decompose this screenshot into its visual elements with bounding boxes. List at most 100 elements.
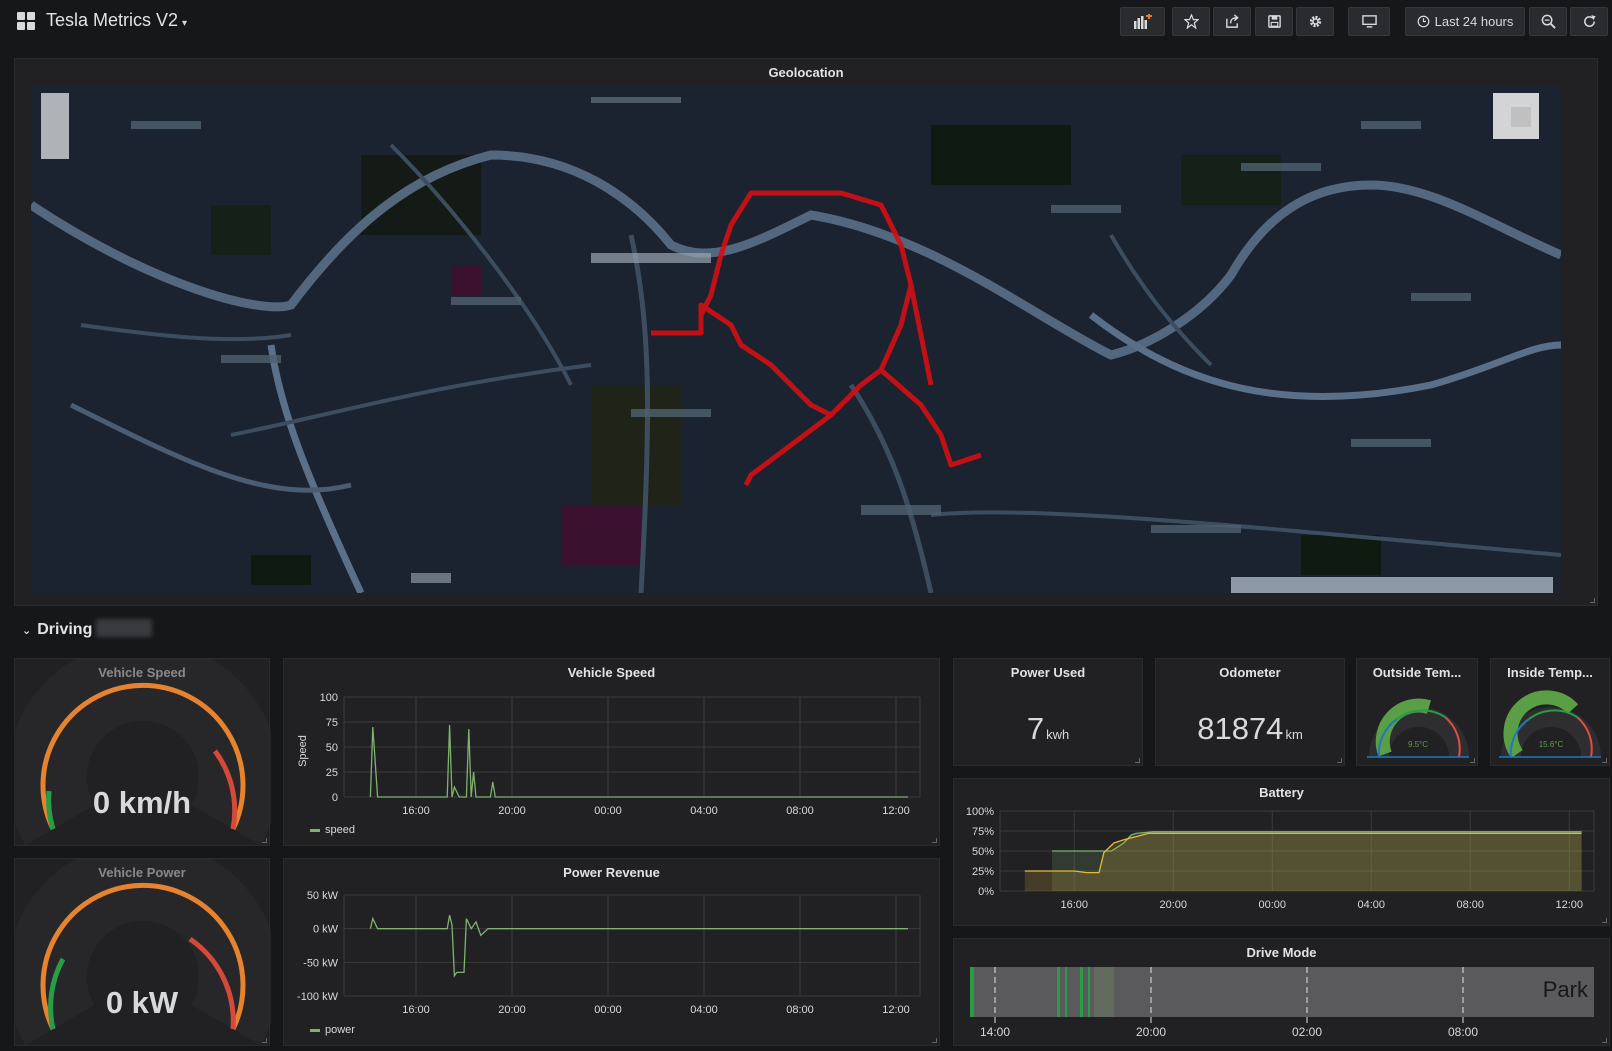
x-tick-label: 20:00 (498, 1004, 526, 1016)
battery-panel: Battery 0% 25% 50% 75% 100% 16:00 20:00 00:00 04… (953, 778, 1610, 926)
tick-label: 14:00 (980, 1025, 1010, 1039)
drive-mode-current: Park (1543, 977, 1589, 1002)
outside-temp-gauge: 9.5°C (1367, 698, 1469, 758)
drive-mode-chart[interactable]: Park 14:00 20:00 02:00 08:00 (954, 939, 1611, 1047)
y-tick-label: -100 kW (297, 991, 339, 1003)
y-axis-label: Speed (297, 735, 309, 767)
legend-item[interactable]: power (310, 1024, 355, 1036)
chevron-down-icon: ⌄ (22, 625, 32, 637)
resize-handle[interactable] (1590, 598, 1595, 603)
x-tick-label: 20:00 (498, 805, 526, 817)
y-tick-label: 75 (326, 717, 338, 729)
series-line (369, 724, 908, 798)
odometer-panel: Odometer 81874 km (1155, 658, 1345, 766)
row-title: Driving (37, 621, 93, 638)
y-tick-label: 0 kW (313, 924, 339, 936)
drive-mode-bar-park (970, 967, 1594, 1017)
resize-handle[interactable] (1470, 758, 1475, 763)
x-tick-label: 12:00 (882, 805, 910, 817)
monitor-icon (1361, 15, 1377, 28)
y-tick-label: 50% (972, 846, 994, 858)
resize-handle[interactable] (1135, 758, 1140, 763)
drive-mode-segment (1057, 967, 1060, 1017)
resize-handle[interactable] (1602, 1038, 1607, 1043)
tick-label: 02:00 (1292, 1025, 1322, 1039)
power-gauge-panel: Vehicle Power 0 kW (14, 858, 271, 1046)
row-blurred-label (96, 619, 153, 637)
x-tick-label: 00:00 (1258, 899, 1286, 911)
resize-handle[interactable] (1337, 758, 1342, 763)
drive-mode-segment (970, 967, 974, 1017)
y-tick-label: 100 (320, 692, 338, 704)
drive-mode-segment (1065, 967, 1067, 1017)
add-panel-button[interactable] (1120, 7, 1165, 36)
settings-button[interactable] (1296, 7, 1334, 36)
power-gauge-value: 0 kW (105, 985, 179, 1020)
resize-handle[interactable] (932, 1038, 937, 1043)
inside-temp-gauge: 15.6°C (1499, 690, 1601, 759)
odometer-stat: 81874 km (1156, 711, 1344, 747)
drive-mode-segment (1088, 967, 1090, 1017)
x-tick-label: 00:00 (594, 1004, 622, 1016)
share-button[interactable] (1213, 7, 1251, 36)
y-tick-label: 100% (966, 806, 994, 818)
x-tick-label: 04:00 (1357, 899, 1385, 911)
resize-handle[interactable] (262, 838, 267, 843)
power-used-stat: 7 kwh (954, 711, 1142, 747)
panel-title: Power Used (1010, 665, 1086, 680)
drive-mode-panel: Drive Mode Park 14:00 20:00 02:00 08:00 (953, 938, 1610, 1046)
x-tick-label: 16:00 (1060, 899, 1088, 911)
gear-icon (1309, 15, 1321, 28)
y-tick-label: 0% (978, 886, 994, 898)
dashboard-title[interactable]: Tesla Metrics V2 ▾ (46, 10, 187, 31)
zoom-out-icon (1541, 14, 1556, 29)
share-icon (1225, 14, 1239, 28)
stat-unit: kwh (1046, 727, 1070, 742)
drive-mode-segment (1094, 967, 1114, 1017)
resize-handle[interactable] (932, 838, 937, 843)
legend-label: speed (325, 824, 355, 836)
speed-gauge-panel: Vehicle Speed 0 km/h (14, 658, 271, 846)
y-tick-label: -50 kW (303, 957, 338, 969)
top-navbar: Tesla Metrics V2 ▾ Last 24 hours (0, 0, 1612, 44)
chevron-down-icon: ▾ (182, 18, 188, 29)
inside-temp-panel: Inside Temp... 15.6°C (1490, 658, 1610, 766)
refresh-button[interactable] (1570, 7, 1608, 36)
star-icon (1183, 14, 1199, 29)
inside-temp-value: 15.6°C (1539, 740, 1564, 749)
legend-swatch (310, 828, 320, 832)
resize-handle[interactable] (262, 1038, 267, 1043)
star-button[interactable] (1172, 7, 1210, 36)
panel-title: Odometer (1219, 665, 1281, 680)
resize-handle[interactable] (1602, 918, 1607, 923)
resize-handle[interactable] (1602, 758, 1607, 763)
outside-temp-value: 9.5°C (1408, 740, 1428, 749)
drive-mode-segment (1080, 967, 1083, 1017)
legend-label: power (325, 1024, 355, 1036)
x-tick-label: 00:00 (594, 805, 622, 817)
battery-chart[interactable]: 0% 25% 50% 75% 100% 16:00 20:00 00:00 04:00 08:00… (954, 779, 1611, 927)
x-tick-label: 08:00 (786, 1004, 814, 1016)
speed-chart[interactable]: 0 25 50 75 100 16:00 20:00 00:00 04:00 08:00 12:00… (284, 659, 941, 847)
legend-swatch (310, 1028, 320, 1032)
y-tick-label: 0 (332, 792, 338, 804)
zoom-out-button[interactable] (1529, 7, 1567, 36)
tick-label: 08:00 (1448, 1025, 1478, 1039)
stat-unit: km (1285, 727, 1303, 742)
y-tick-label: 25% (972, 866, 994, 878)
save-button[interactable] (1255, 7, 1293, 36)
speed-gauge-value: 0 km/h (92, 785, 192, 820)
row-header-driving[interactable]: ⌄ Driving (22, 619, 153, 639)
dashboard-grid-icon[interactable] (17, 12, 36, 31)
tv-mode-button[interactable] (1348, 7, 1390, 36)
outside-temp-panel: Outside Tem... 9.5°C (1356, 658, 1478, 766)
map-canvas[interactable] (31, 85, 1561, 593)
time-picker-button[interactable]: Last 24 hours (1405, 7, 1525, 36)
legend-item[interactable]: speed (310, 824, 355, 836)
y-tick-label: 50 kW (307, 890, 339, 902)
x-tick-label: 20:00 (1159, 899, 1187, 911)
power-graph-panel: Power Revenue 50 kW 0 kW -50 kW -100 kW 16:0… (283, 858, 940, 1046)
x-tick-label: 08:00 (786, 805, 814, 817)
refresh-icon (1583, 14, 1596, 27)
power-chart[interactable]: 50 kW 0 kW -50 kW -100 kW 16:00 20:00 00:00 04:… (284, 859, 941, 1047)
